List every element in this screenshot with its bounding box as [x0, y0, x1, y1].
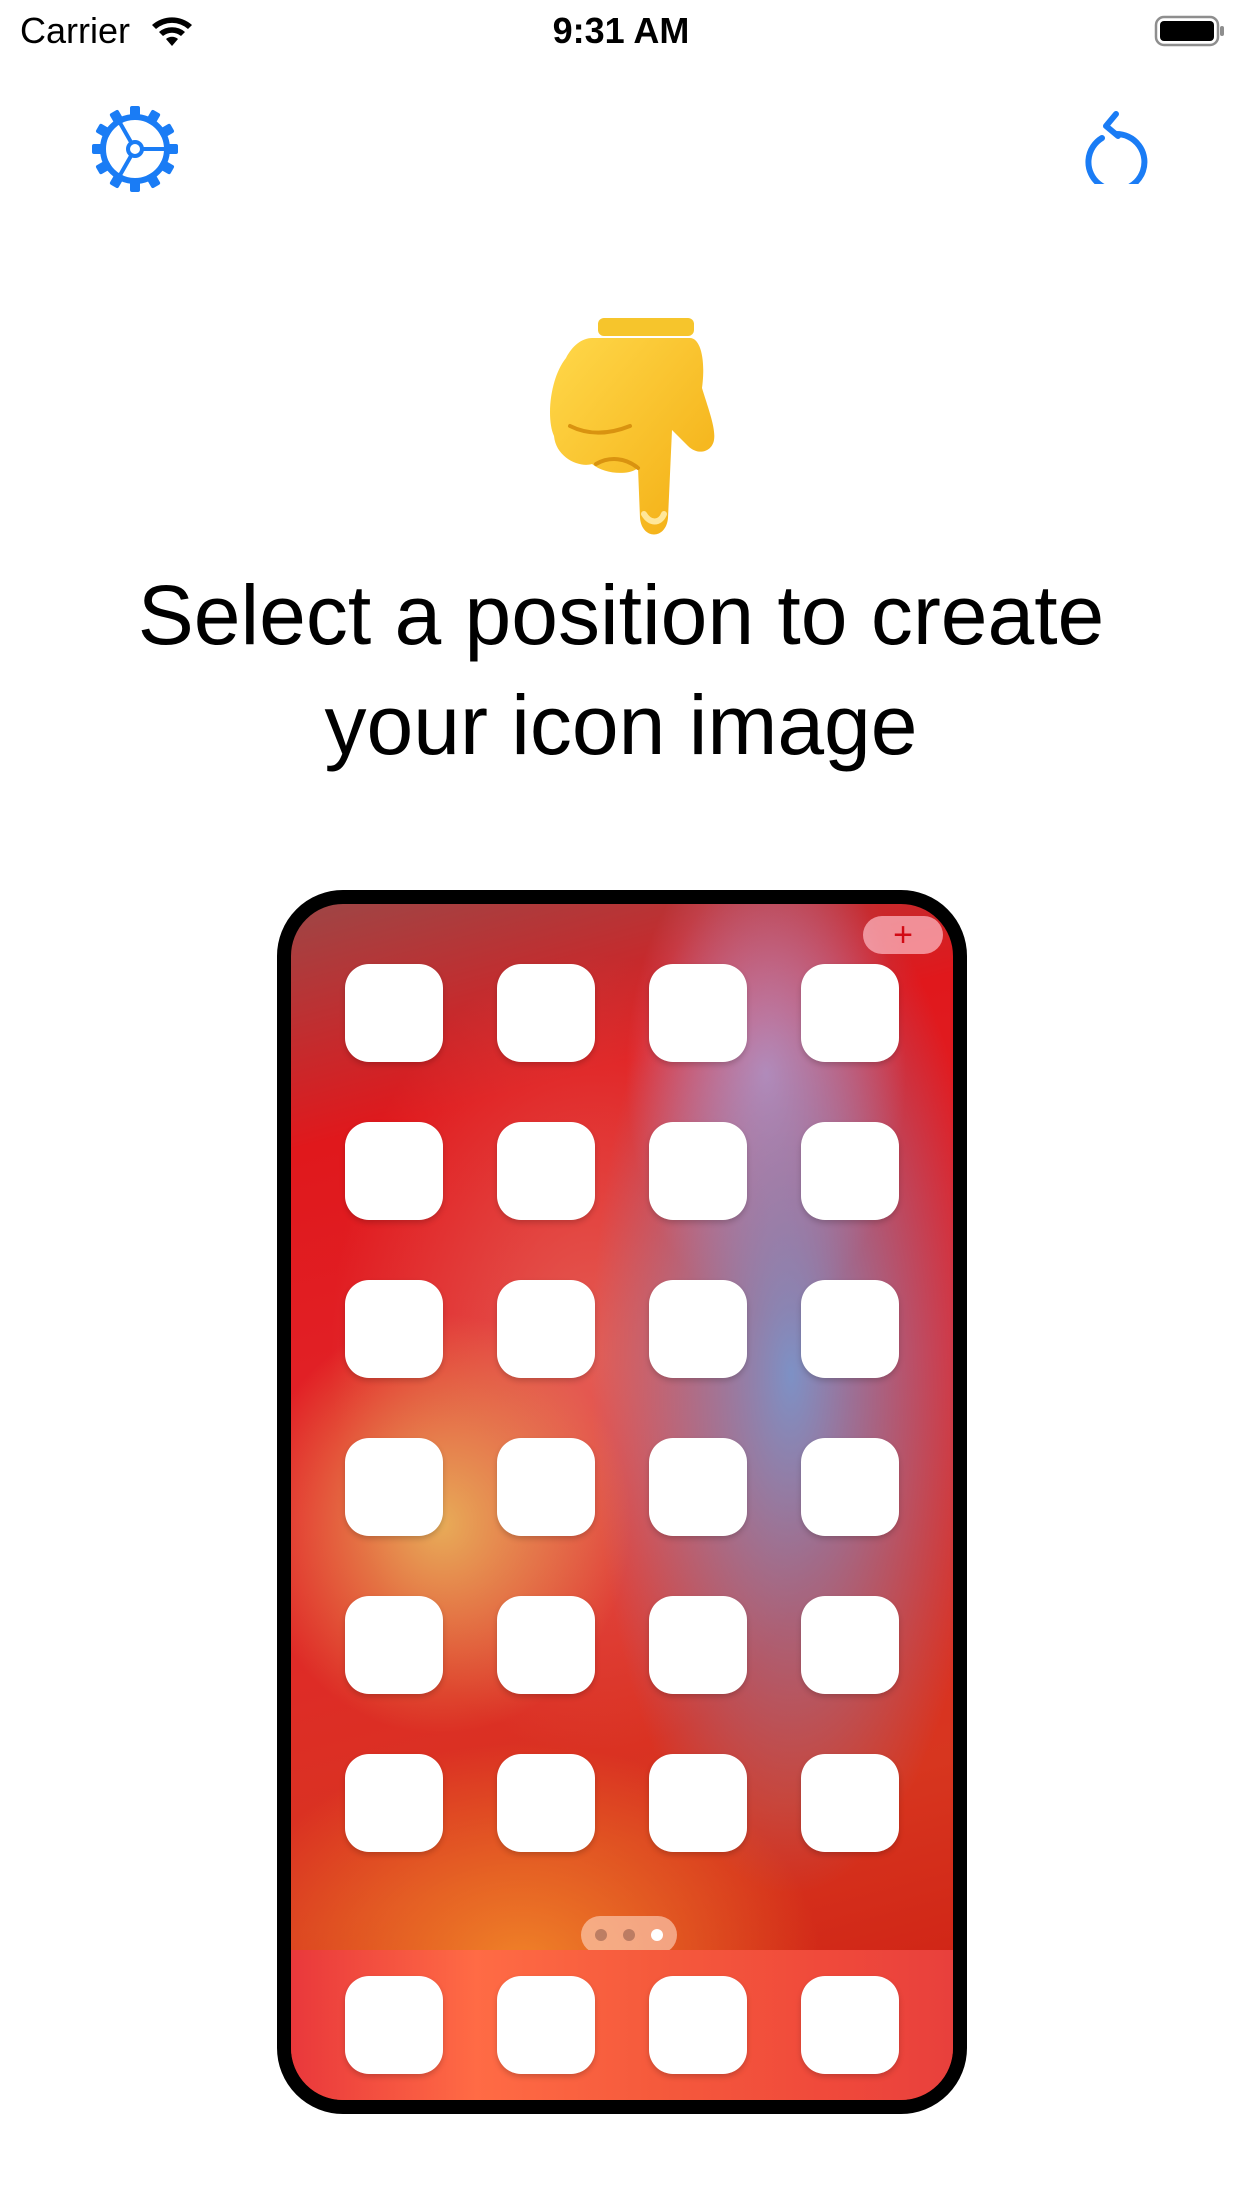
status-bar: Carrier 9:31 AM	[0, 0, 1242, 62]
icon-slot[interactable]	[345, 1280, 443, 1378]
icon-slot[interactable]	[649, 1122, 747, 1220]
dock-icon-slot[interactable]	[345, 1976, 443, 2074]
icon-slot[interactable]	[649, 1280, 747, 1378]
rotate-counterclockwise-icon[interactable]	[1082, 104, 1150, 184]
status-time: 9:31 AM	[552, 10, 690, 51]
icon-slot[interactable]	[801, 1596, 899, 1694]
dock-icon-slot[interactable]	[801, 1976, 899, 2074]
pointing-down-hand-icon	[550, 318, 715, 535]
icon-slot[interactable]	[345, 1122, 443, 1220]
icon-slot[interactable]	[801, 1122, 899, 1220]
page-dot	[595, 1929, 607, 1941]
home-screen-preview: +	[277, 890, 967, 2114]
icon-slot[interactable]	[345, 1754, 443, 1852]
icon-slot[interactable]	[497, 964, 595, 1062]
icon-slot[interactable]	[649, 1754, 747, 1852]
icon-slot[interactable]	[497, 1596, 595, 1694]
battery-full-icon	[1154, 15, 1224, 47]
dock-icon-slot[interactable]	[649, 1976, 747, 2074]
icon-slot[interactable]	[801, 1754, 899, 1852]
dock-row	[345, 1976, 899, 2074]
icon-slot[interactable]	[497, 1754, 595, 1852]
icon-slot[interactable]	[801, 1280, 899, 1378]
dock-icon-slot[interactable]	[497, 1976, 595, 2074]
icon-slot[interactable]	[497, 1280, 595, 1378]
gear-icon[interactable]	[92, 106, 178, 192]
page-dot-active	[651, 1929, 663, 1941]
icon-slot[interactable]	[801, 964, 899, 1062]
icon-grid	[345, 964, 905, 1852]
icon-slot[interactable]	[497, 1438, 595, 1536]
icon-slot[interactable]	[497, 1122, 595, 1220]
icon-slot[interactable]	[801, 1438, 899, 1536]
icon-slot[interactable]	[345, 1438, 443, 1536]
page-dot	[623, 1929, 635, 1941]
icon-slot[interactable]	[345, 964, 443, 1062]
prompt-text: Select a position to create your icon im…	[137, 568, 1105, 772]
icon-slot[interactable]	[649, 964, 747, 1062]
icon-slot[interactable]	[649, 1438, 747, 1536]
page-indicator[interactable]	[581, 1916, 677, 1954]
icon-slot[interactable]	[345, 1596, 443, 1694]
add-page-button[interactable]: +	[863, 916, 943, 954]
dock	[291, 1950, 953, 2100]
icon-slot[interactable]	[649, 1596, 747, 1694]
